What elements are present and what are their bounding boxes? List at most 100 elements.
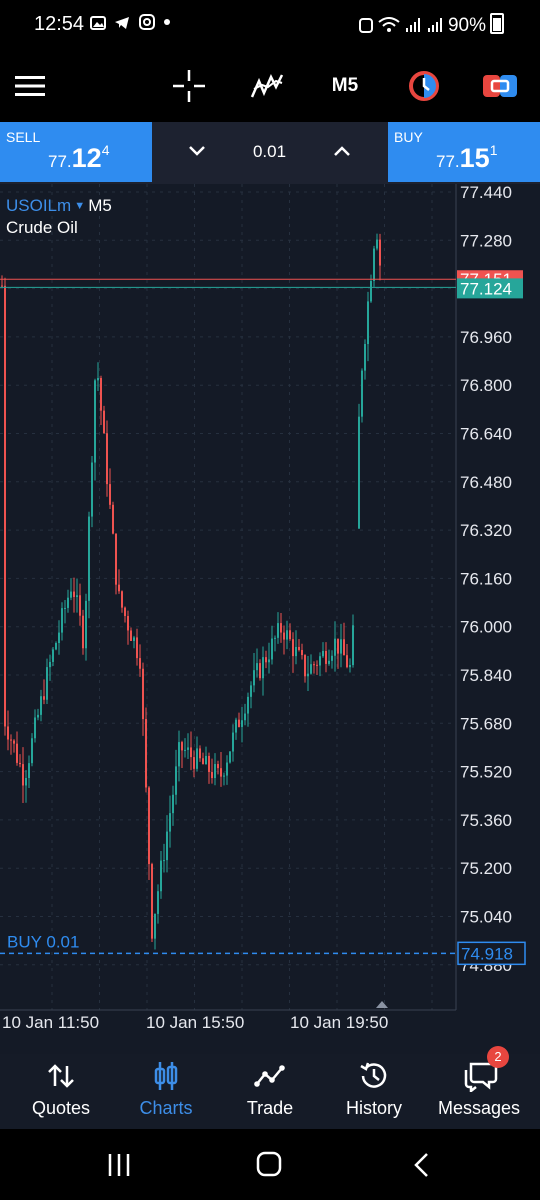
symbol-timeframe: M5 bbox=[88, 196, 112, 215]
y-tick-label: 77.280 bbox=[460, 231, 512, 250]
candle-body bbox=[103, 410, 105, 434]
candle-body bbox=[214, 764, 216, 779]
y-tick-label: 75.360 bbox=[460, 811, 512, 830]
price-chart[interactable]: 77.44077.28077.12076.96076.80076.64076.4… bbox=[0, 184, 540, 1054]
candle-body bbox=[136, 637, 138, 659]
candle-body bbox=[343, 639, 345, 656]
candle-body bbox=[316, 664, 318, 666]
buy-button[interactable]: BUY 77.151 bbox=[388, 122, 540, 182]
candle-body bbox=[139, 658, 141, 669]
candle-body bbox=[148, 787, 150, 865]
candle-body bbox=[82, 615, 84, 649]
candle-body bbox=[100, 378, 102, 411]
y-tick-label: 75.040 bbox=[460, 908, 512, 927]
history-icon bbox=[360, 1062, 387, 1088]
home-icon[interactable] bbox=[256, 1151, 282, 1177]
candle-body bbox=[133, 637, 135, 641]
system-navigation bbox=[0, 1129, 540, 1200]
y-tick-label: 76.000 bbox=[460, 618, 512, 637]
candle-body bbox=[307, 673, 309, 677]
buy-label: BUY bbox=[394, 129, 423, 145]
account-button[interactable] bbox=[480, 50, 520, 122]
candle-body bbox=[58, 632, 60, 643]
one-click-button[interactable] bbox=[404, 50, 444, 122]
sell-button[interactable]: SELL 77.124 bbox=[0, 122, 152, 182]
symbol-name[interactable]: USOILm bbox=[6, 196, 71, 215]
bottom-navigation: Quotes Charts Trade History 2 Messages bbox=[0, 1046, 540, 1129]
candle-body bbox=[310, 664, 312, 674]
candle-body bbox=[379, 239, 381, 266]
candle-body bbox=[154, 913, 156, 939]
y-tick-label: 76.160 bbox=[460, 569, 512, 588]
candle-body bbox=[340, 639, 342, 654]
candle-body bbox=[124, 607, 126, 617]
candle-body bbox=[46, 667, 48, 700]
nav-messages[interactable]: 2 Messages bbox=[425, 1046, 533, 1129]
candle-body bbox=[259, 663, 261, 679]
volume-increase-button[interactable] bbox=[333, 144, 351, 158]
telegram-icon bbox=[115, 17, 130, 29]
candle-body bbox=[13, 740, 15, 744]
candle-body bbox=[193, 757, 195, 769]
candle-body bbox=[196, 748, 198, 769]
candle-body bbox=[181, 742, 183, 751]
candle-body bbox=[31, 738, 33, 764]
candle-body bbox=[157, 891, 159, 914]
candle-body bbox=[127, 616, 129, 631]
candle-body bbox=[244, 713, 246, 721]
candle-body bbox=[313, 664, 315, 666]
candle-body bbox=[115, 533, 117, 585]
crosshair-button[interactable] bbox=[166, 50, 212, 122]
symbol-description: Crude Oil bbox=[6, 218, 78, 237]
candle-body bbox=[88, 516, 90, 601]
x-tick-label: 10 Jan 11:50 bbox=[2, 1013, 99, 1032]
chart-canvas[interactable]: 77.44077.28077.12076.96076.80076.64076.4… bbox=[0, 184, 540, 1054]
nav-quotes[interactable]: Quotes bbox=[7, 1054, 115, 1129]
candle-body bbox=[49, 661, 51, 668]
candle-body bbox=[19, 762, 21, 765]
candle-body bbox=[265, 657, 267, 663]
timeframe-selector[interactable]: M5 bbox=[320, 50, 370, 122]
candle-body bbox=[184, 749, 186, 751]
menu-button[interactable] bbox=[8, 50, 52, 122]
position-price-label: 74.918 bbox=[461, 944, 513, 963]
recents-icon[interactable] bbox=[107, 1153, 131, 1177]
candle-body bbox=[52, 649, 54, 662]
candle-body bbox=[70, 591, 72, 598]
back-icon[interactable] bbox=[412, 1152, 430, 1178]
alarm-icon bbox=[358, 18, 373, 33]
y-tick-label: 75.200 bbox=[460, 859, 512, 878]
status-time: 12:54 bbox=[34, 13, 85, 35]
candle-body bbox=[271, 638, 273, 660]
candle-body bbox=[328, 660, 330, 664]
dot-icon bbox=[164, 19, 171, 25]
charts-icon bbox=[154, 1062, 178, 1090]
position-label: BUY 0.01 bbox=[7, 932, 79, 951]
indicators-button[interactable] bbox=[244, 50, 290, 122]
candle-body bbox=[247, 696, 249, 714]
candle-body bbox=[109, 484, 111, 505]
candle-body bbox=[202, 758, 204, 765]
candle-body bbox=[190, 747, 192, 758]
candle-body bbox=[229, 751, 231, 763]
nav-charts[interactable]: Charts bbox=[112, 1054, 220, 1129]
candle-body bbox=[235, 719, 237, 733]
candle-body bbox=[43, 696, 45, 700]
candle-body bbox=[232, 732, 234, 752]
candle-body bbox=[34, 717, 36, 739]
candle-body bbox=[97, 378, 99, 381]
menu-icon bbox=[15, 76, 45, 96]
candle-body bbox=[349, 665, 351, 668]
trade-icon bbox=[254, 1065, 285, 1087]
y-tick-label: 77.440 bbox=[460, 184, 512, 202]
candle-body bbox=[274, 637, 276, 639]
chart-symbol-label[interactable]: USOILm ▼ M5 bbox=[6, 196, 112, 216]
symbol-dropdown-icon[interactable]: ▼ bbox=[71, 200, 88, 212]
nav-trade[interactable]: Trade bbox=[216, 1054, 324, 1129]
nav-history[interactable]: History bbox=[320, 1054, 428, 1129]
candle-body bbox=[166, 831, 168, 861]
candle-body bbox=[142, 668, 144, 720]
volume-value[interactable]: 0.01 bbox=[152, 142, 387, 162]
messages-badge: 2 bbox=[487, 1046, 509, 1068]
nav-messages-label: Messages bbox=[437, 1098, 521, 1118]
